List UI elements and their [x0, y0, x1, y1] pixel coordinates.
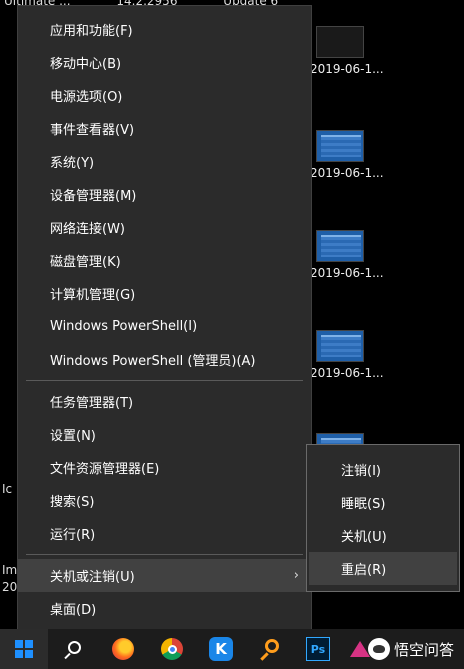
taskbar-kugou-button[interactable]: K [197, 629, 245, 669]
menu-item-mobility-center[interactable]: 移动中心(B) [18, 46, 311, 79]
file-thumbnail [316, 230, 364, 262]
power-user-menu: 应用和功能(F) 移动中心(B) 电源选项(O) 事件查看器(V) 系统(Y) … [17, 5, 312, 633]
desktop-left-fragment: Ic [2, 482, 13, 496]
menu-item-powershell[interactable]: Windows PowerShell(I) [18, 310, 311, 343]
desktop-file-icon[interactable]: 2019-06-1... [310, 130, 390, 180]
kugou-icon: K [209, 637, 233, 661]
file-label: 2019-06-1... [310, 62, 384, 76]
submenu-item-shut-down[interactable]: 关机(U) [309, 519, 457, 552]
chrome-icon [161, 638, 183, 660]
firefox-icon [112, 638, 134, 660]
menu-item-event-viewer[interactable]: 事件查看器(V) [18, 112, 311, 145]
taskbar-search-app-button[interactable] [245, 629, 293, 669]
taskbar-firefox-button[interactable] [99, 629, 147, 669]
file-thumbnail [316, 26, 364, 58]
taskbar-search-button[interactable] [48, 629, 96, 669]
menu-item-powershell-admin[interactable]: Windows PowerShell (管理员)(A) [18, 343, 311, 376]
taskbar-chrome-button[interactable] [148, 629, 196, 669]
wukong-logo-icon [368, 638, 390, 660]
submenu-item-sign-out[interactable]: 注销(I) [309, 453, 457, 486]
file-label: 2019-06-1... [310, 166, 384, 180]
menu-item-run[interactable]: 运行(R) [18, 517, 311, 550]
menu-item-settings[interactable]: 设置(N) [18, 418, 311, 451]
file-label: 2019-06-1... [310, 366, 384, 380]
menu-item-apps-features[interactable]: 应用和功能(F) [18, 13, 311, 46]
windows-start-icon [15, 640, 33, 658]
menu-separator [26, 554, 303, 555]
desktop-left-fragment: 20 [2, 580, 18, 594]
menu-item-search[interactable]: 搜索(S) [18, 484, 311, 517]
submenu-item-sleep[interactable]: 睡眠(S) [309, 486, 457, 519]
search-icon [67, 640, 81, 654]
shutdown-submenu: 注销(I) 睡眠(S) 关机(U) 重启(R) [306, 444, 460, 592]
triangle-app-icon [350, 641, 370, 657]
menu-item-system[interactable]: 系统(Y) [18, 145, 311, 178]
watermark: 悟空问答 [368, 638, 454, 660]
menu-item-power-options[interactable]: 电源选项(O) [18, 79, 311, 112]
menu-item-device-manager[interactable]: 设备管理器(M) [18, 178, 311, 211]
file-thumbnail [316, 130, 364, 162]
chevron-right-icon: › [293, 568, 299, 583]
menu-item-disk-management[interactable]: 磁盘管理(K) [18, 244, 311, 277]
file-label: 2019-06-1... [310, 266, 384, 280]
menu-item-desktop[interactable]: 桌面(D) [18, 592, 311, 625]
desktop-left-fragment: Im [2, 563, 18, 577]
search-app-icon [265, 639, 279, 653]
desktop-file-icon[interactable]: 2019-06-1... [310, 26, 390, 76]
menu-item-label: 关机或注销(U) [50, 570, 135, 585]
submenu-item-restart[interactable]: 重启(R) [309, 552, 457, 585]
photoshop-icon: Ps [306, 637, 330, 661]
taskbar-photoshop-button[interactable]: Ps [294, 629, 342, 669]
watermark-text: 悟空问答 [394, 640, 455, 659]
menu-item-network-connections[interactable]: 网络连接(W) [18, 211, 311, 244]
menu-item-task-manager[interactable]: 任务管理器(T) [18, 385, 311, 418]
menu-item-shutdown-signout[interactable]: 关机或注销(U) › [18, 559, 311, 592]
start-button[interactable] [0, 629, 48, 669]
menu-item-computer-management[interactable]: 计算机管理(G) [18, 277, 311, 310]
desktop-file-icon[interactable]: 2019-06-1... [310, 330, 390, 380]
menu-separator [26, 380, 303, 381]
menu-item-file-explorer[interactable]: 文件资源管理器(E) [18, 451, 311, 484]
file-thumbnail [316, 330, 364, 362]
desktop-file-icon[interactable]: 2019-06-1... [310, 230, 390, 280]
